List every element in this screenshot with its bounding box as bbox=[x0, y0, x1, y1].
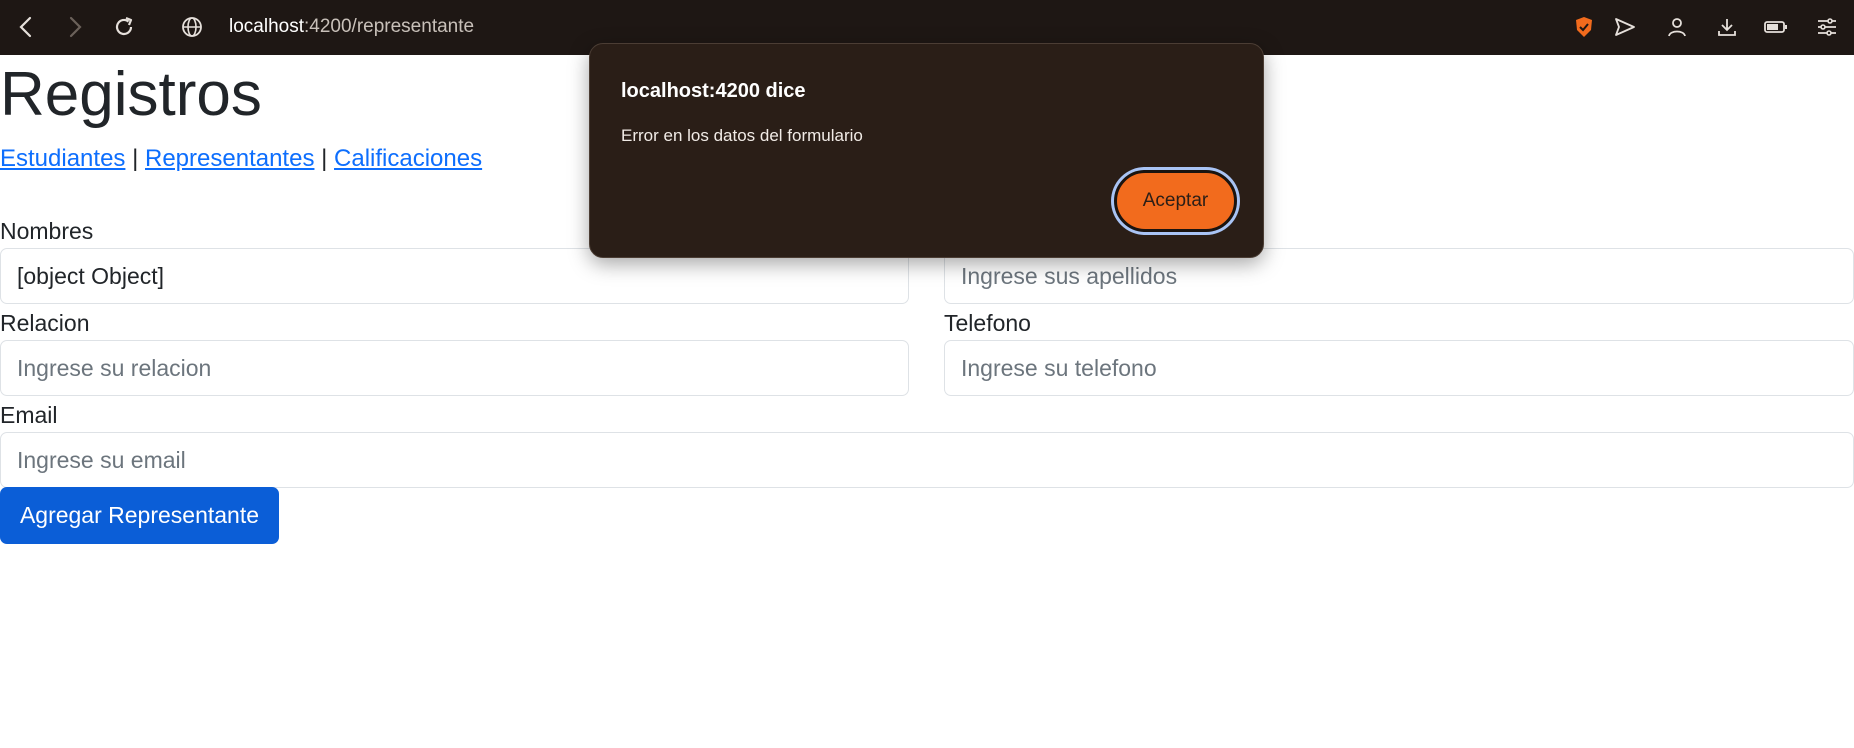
brave-shield-icon[interactable] bbox=[1569, 12, 1599, 42]
forward-icon[interactable] bbox=[60, 12, 90, 42]
relacion-label: Relacion bbox=[0, 310, 90, 336]
nav-link-representantes[interactable]: Representantes bbox=[145, 145, 314, 172]
page-title: Registros bbox=[0, 60, 262, 129]
battery-icon[interactable] bbox=[1761, 12, 1791, 42]
dialog-message: Error en los datos del formulario bbox=[621, 126, 863, 145]
reload-icon[interactable] bbox=[109, 12, 139, 42]
email-input[interactable] bbox=[0, 432, 1854, 488]
url-path: :4200/representante bbox=[304, 16, 475, 37]
url-host: localhost bbox=[229, 16, 304, 37]
dialog-title: localhost:4200 dice bbox=[621, 80, 806, 102]
section-nav: Estudiantes | Representantes | Calificac… bbox=[0, 144, 482, 174]
aceptar-button[interactable]: Aceptar bbox=[1114, 170, 1237, 232]
menu-icon[interactable] bbox=[1812, 12, 1842, 42]
nav-link-estudiantes[interactable]: Estudiantes bbox=[0, 145, 125, 172]
profile-icon[interactable] bbox=[1662, 12, 1692, 42]
download-icon[interactable] bbox=[1712, 12, 1742, 42]
nav-link-calificaciones[interactable]: Calificaciones bbox=[334, 145, 482, 172]
alert-dialog: localhost:4200 dice Error en los datos d… bbox=[589, 43, 1264, 258]
relacion-input[interactable] bbox=[0, 340, 909, 396]
telefono-label: Telefono bbox=[944, 310, 1031, 336]
nav-separator: | bbox=[321, 145, 328, 172]
agregar-representante-button[interactable]: Agregar Representante bbox=[0, 487, 279, 544]
telefono-input[interactable] bbox=[944, 340, 1854, 396]
email-label: Email bbox=[0, 402, 58, 428]
nombres-label: Nombres bbox=[0, 218, 94, 244]
back-icon[interactable] bbox=[11, 12, 41, 42]
nav-separator: | bbox=[132, 145, 139, 172]
site-info-icon[interactable] bbox=[177, 12, 207, 42]
address-bar[interactable]: localhost:4200/representante bbox=[229, 13, 474, 41]
send-icon[interactable] bbox=[1610, 12, 1640, 42]
